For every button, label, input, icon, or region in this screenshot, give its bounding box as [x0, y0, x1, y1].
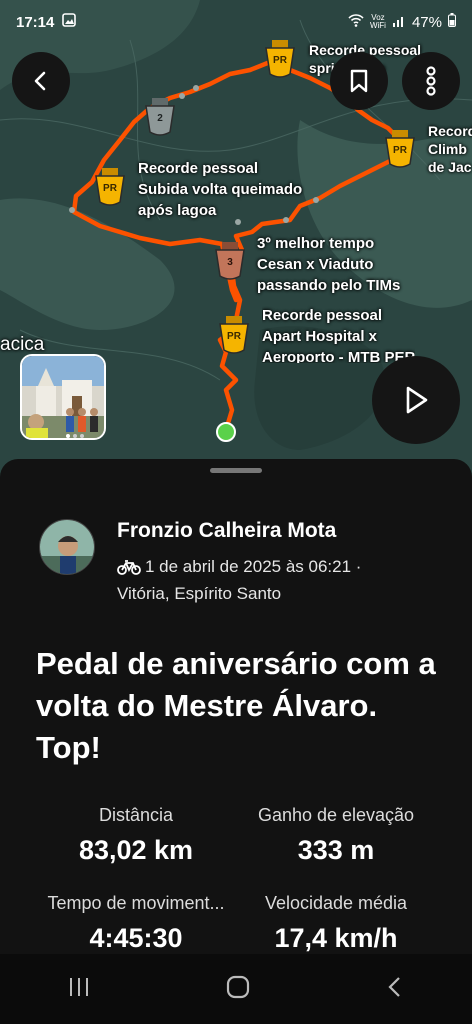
stat-avg-speed-label: Velocidade média — [264, 893, 408, 913]
segment-label: Recorde pessoal Apart Hospital x Aeropor… — [262, 305, 415, 363]
map-place-label: acica — [0, 334, 45, 355]
segment-label: Recorde pessoal Subida volta queimado ap… — [138, 158, 302, 221]
church-cyclists-photo — [22, 356, 104, 438]
stat-avg-speed-value: 17,4 km/h — [274, 923, 398, 953]
stat-distance-label: Distância — [98, 805, 174, 825]
play-icon — [406, 386, 428, 414]
stat-elevation-label: Ganho de elevação — [257, 805, 415, 825]
segment-badge-pr[interactable]: PR — [92, 168, 128, 211]
segment-label-line: Recorde — [428, 123, 472, 139]
bookmark-icon — [350, 69, 368, 93]
system-navigation-bar — [0, 954, 472, 1024]
stat-distance-value: 83,02 km — [78, 835, 194, 865]
more-vertical-icon — [426, 66, 436, 96]
sheet-drag-handle[interactable] — [210, 468, 262, 473]
activity-photo-thumbnail[interactable] — [20, 354, 106, 440]
system-back-button[interactable] — [385, 975, 405, 1004]
segment-label-line: Apart Hospital x — [262, 328, 378, 345]
segment-label-line: Cesan x Viaduto — [257, 256, 374, 273]
voz-wifi-label: Voz WiFi — [370, 14, 386, 30]
back-button[interactable] — [12, 52, 70, 110]
recent-apps-button[interactable] — [67, 976, 91, 1003]
segment-badge-text: PR — [273, 55, 287, 66]
recent-apps-icon — [70, 977, 88, 996]
segment-badge-text: 2 — [157, 113, 163, 124]
segment-label: 3º melhor tempo Cesan x Viaduto passando… — [257, 233, 400, 296]
battery-icon — [448, 13, 456, 31]
signal-icon — [392, 14, 406, 31]
segment-badge-text: PR — [227, 331, 241, 342]
segment-label-line: passando pelo TIMs — [257, 277, 401, 294]
more-options-button[interactable] — [402, 52, 460, 110]
play-flyover-button[interactable] — [372, 356, 460, 444]
segment-badge-rank-3[interactable]: 3 — [212, 242, 248, 285]
wifi-icon — [348, 13, 364, 31]
wifi-text: WiFi — [369, 21, 386, 30]
save-route-button[interactable] — [330, 52, 388, 110]
activity-meta: 1 de abril de 2025 às 06:21 · Vitória, E… — [117, 555, 437, 606]
segment-label: Recorde Climb de Jac — [428, 122, 472, 176]
segment-label-line: Recorde pessoal — [138, 160, 259, 177]
athlete-name[interactable]: Fronzio Calheira Mota — [117, 519, 336, 543]
segment-label-line: 3º melhor tempo — [257, 235, 375, 252]
segment-label-line: Aeroporto - MTB PER — [262, 349, 416, 363]
gallery-icon — [62, 13, 77, 31]
segment-badge-pr[interactable]: PR — [382, 130, 418, 173]
segment-badge-text: PR — [393, 145, 407, 156]
stat-moving-time-value: 4:45:30 — [89, 923, 183, 953]
status-bar: 17:14 Voz WiFi 47% — [0, 0, 472, 44]
segment-badge-text: PR — [103, 183, 117, 194]
segment-label-line: de Jac — [428, 159, 472, 175]
back-chevron-icon — [388, 976, 400, 997]
stat-moving-time-label: Tempo de moviment... — [47, 893, 225, 913]
stat-elevation-value: 333 m — [297, 835, 375, 865]
segment-label-line: Recorde pessoal — [262, 307, 383, 324]
home-icon — [226, 975, 250, 998]
athlete-avatar-photo — [40, 520, 94, 574]
activity-date: 1 de abril de 2025 às 06:21 · — [145, 557, 362, 576]
bicycle-icon — [117, 558, 141, 582]
segment-label-line: Subida volta queimado — [138, 181, 303, 198]
chevron-left-icon — [34, 71, 46, 91]
segment-badge-pr[interactable]: PR — [262, 40, 298, 83]
segment-badge-text: 3 — [227, 257, 233, 268]
activity-title: Pedal de aniversário com a volta do Mest… — [36, 646, 436, 765]
battery-percent: 47% — [411, 13, 442, 31]
route-map[interactable]: 17:14 Voz WiFi 47% PR PR PR 3 PR 2 Recor… — [0, 0, 472, 480]
avatar[interactable] — [39, 519, 95, 575]
segment-badge-pr[interactable]: PR — [216, 316, 252, 359]
activity-details-sheet[interactable]: Fronzio Calheira Mota 1 de abril de 2025… — [0, 459, 472, 954]
activity-location: Vitória, Espírito Santo — [117, 584, 282, 603]
segment-badge-rank-2[interactable]: 2 — [142, 98, 178, 141]
status-time: 17:14 — [16, 13, 55, 31]
home-button[interactable] — [225, 974, 251, 1005]
segment-label-line: Climb — [428, 141, 467, 157]
segment-label-line: após lagoa — [138, 202, 217, 219]
